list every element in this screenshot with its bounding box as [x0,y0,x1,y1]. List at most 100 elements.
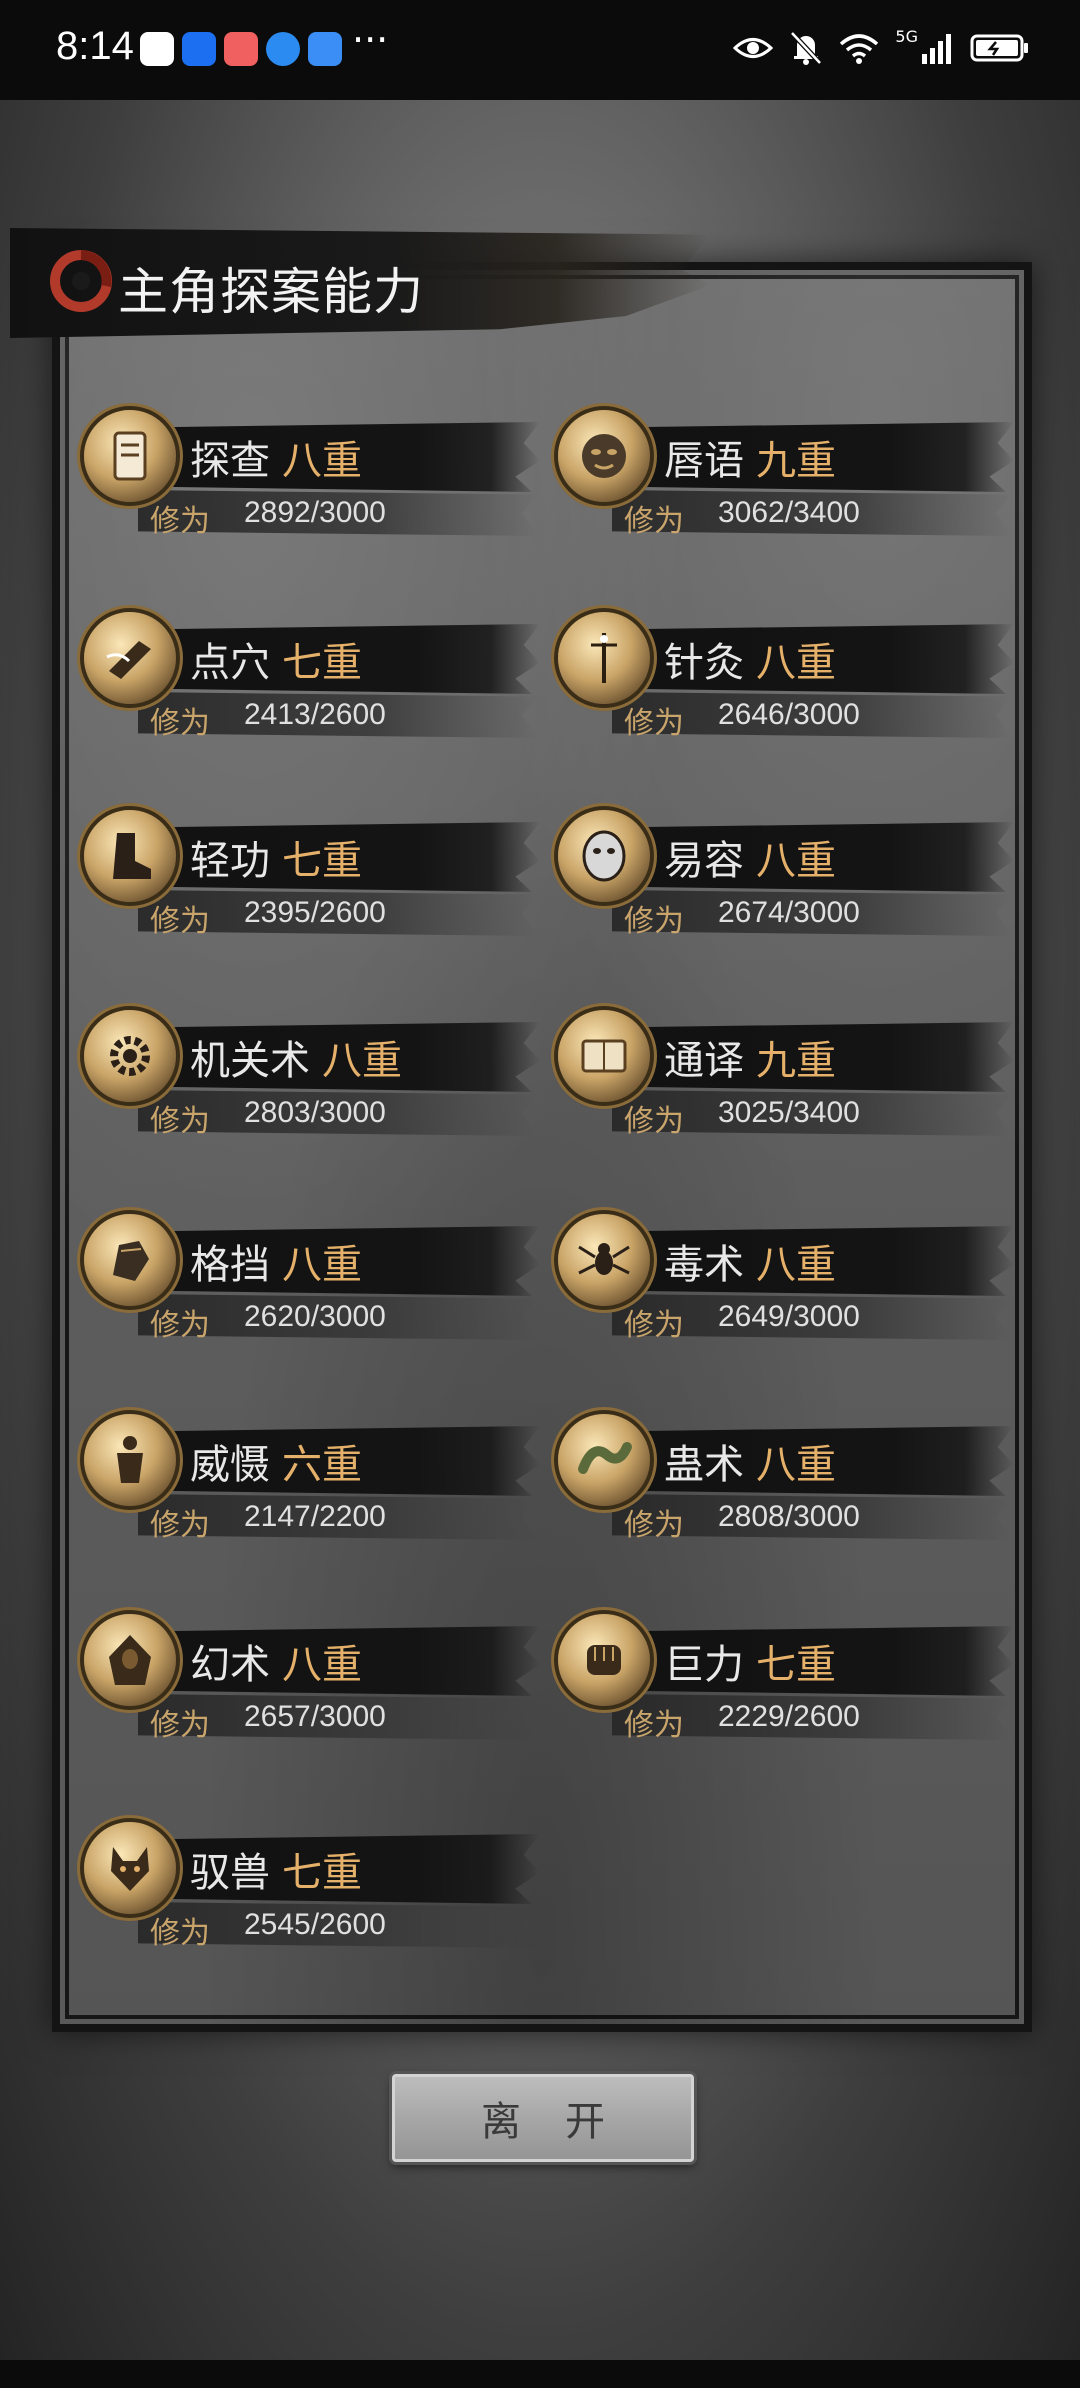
navigation-bar [0,2360,1080,2388]
skill-name: 毒术 八重 [664,1232,836,1290]
skill-level: 八重 [282,438,362,484]
skill-card[interactable]: 蛊术 八重修为 2808/3000 [558,1414,1018,1564]
skill-xp-value: 3025/3400 [718,1096,860,1129]
skill-name: 蛊术 八重 [664,1432,836,1490]
skill-name-text: 机关术 [190,1038,310,1084]
skill-icon-frame [84,1822,176,1914]
skill-xp-value: 2803/3000 [244,1096,386,1129]
skill-name-text: 易容 [664,838,744,884]
browser-app-icon [266,32,300,66]
skill-name: 易容 八重 [664,828,836,886]
skill-name: 巨力 七重 [664,1632,836,1690]
skill-icon-frame [84,1010,176,1102]
signal-icon [922,34,951,64]
skill-xp-value: 3062/3400 [718,496,860,529]
skill-name: 威慑 六重 [190,1432,362,1490]
skill-icon-frame [84,810,176,902]
skill-xp-label: 修为 [150,1916,210,1951]
skill-card[interactable]: 驭兽 七重修为 2545/2600 [84,1822,544,1972]
skill-icon-frame [558,1414,650,1506]
skill-level: 七重 [282,838,362,884]
skill-name: 轻功 七重 [190,828,362,886]
network-type-label: 5G [895,26,918,46]
skill-level: 八重 [282,1642,362,1688]
skill-name: 针灸 八重 [664,630,836,688]
page-title: 主角探案能力 [118,263,424,321]
skill-xp-label: 修为 [150,706,210,741]
skill-xp-value: 2892/3000 [244,496,386,529]
skill-name: 通译 九重 [664,1028,836,1086]
swirl-logo-icon [50,250,112,312]
skill-card[interactable]: 唇语 九重 修为 3062/3400 [558,410,1018,560]
skill-name-text: 通译 [664,1038,744,1084]
strike-hand-icon [106,641,151,679]
skill-level: 七重 [282,1850,362,1896]
mask-face-icon [582,434,626,478]
bell-muted-icon [790,31,823,65]
skill-name: 唇语 九重 [664,428,836,486]
skill-name-text: 唇语 [664,438,744,484]
skill-xp-value: 2657/3000 [244,1700,386,1733]
skill-icon-frame [84,1214,176,1306]
skill-name-text: 蛊术 [664,1442,744,1488]
skill-xp-label: 修为 [150,1104,210,1139]
skill-card[interactable]: 威慑 六重 修为 2147/2200 [84,1414,544,1564]
gear-icon [110,1036,150,1076]
skill-name-text: 毒术 [664,1242,744,1288]
disguise-mask-icon [582,830,626,882]
skill-xp-label: 修为 [150,1308,210,1343]
skill-icon-frame [558,810,650,902]
skill-card[interactable]: 针灸 八重 修为 2646/3000 [558,612,1018,762]
book-scroll-icon [581,1039,627,1073]
skill-level: 八重 [756,838,836,884]
skill-name-text: 针灸 [664,640,744,686]
skill-card[interactable]: 机关术 八重修为 2803/3000 [84,1010,544,1160]
wifi-icon [840,34,879,64]
skill-level: 八重 [322,1038,402,1084]
skill-level: 六重 [282,1442,362,1488]
skill-icon-frame [84,612,176,704]
skill-level: 七重 [282,640,362,686]
skill-card[interactable]: 幻术 八重 修为 2657/3000 [84,1614,544,1764]
skill-card[interactable]: 毒术 八重 修为 2649/3000 [558,1214,1018,1364]
skill-card[interactable]: 格挡 八重 修为 2620/3000 [84,1214,544,1364]
skill-xp-label: 修为 [624,1508,684,1543]
skill-name: 点穴 七重 [190,630,362,688]
skill-level: 八重 [282,1242,362,1288]
cloud-app-icon [308,32,342,66]
fist-icon [587,1645,621,1675]
skill-card[interactable]: 易容 八重修为 2674/3000 [558,810,1018,960]
skill-name-text: 威慑 [190,1442,270,1488]
leave-button[interactable]: 离开 [392,2074,694,2162]
skill-name: 驭兽 七重 [190,1840,362,1898]
skill-xp-value: 2147/2200 [244,1500,386,1533]
skill-xp-value: 2646/3000 [718,698,860,731]
skill-name-text: 巨力 [664,1642,744,1688]
battery-icon [970,34,1028,62]
skill-xp-label: 修为 [150,904,210,939]
skill-icon-frame [84,1614,176,1706]
hooded-figure-icon [109,1635,151,1685]
skill-icon-frame [558,612,650,704]
shopping-app-icon [140,32,174,66]
skill-card[interactable]: 探查 八重 修为 2892/3000 [84,410,544,560]
skill-xp-label: 修为 [624,904,684,939]
skill-name: 探查 八重 [190,428,362,486]
skill-xp-value: 2229/2600 [718,1700,860,1733]
spider-icon [578,1243,630,1275]
scroll-icon [113,431,147,481]
store-app-icon [224,32,258,66]
skill-card[interactable]: 点穴 七重 修为 2413/2600 [84,612,544,762]
skill-card[interactable]: 轻功 七重 修为 2395/2600 [84,810,544,960]
skill-xp-value: 2545/2600 [244,1908,386,1941]
skill-icon-frame [558,1614,650,1706]
skill-name: 幻术 八重 [190,1632,362,1690]
skill-name-text: 轻功 [190,838,270,884]
skill-level: 八重 [756,640,836,686]
skill-xp-value: 2808/3000 [718,1500,860,1533]
skill-card[interactable]: 通译 九重 修为 3025/3400 [558,1010,1018,1160]
skill-xp-value: 2620/3000 [244,1300,386,1333]
more-notifications-icon: ··· [352,18,389,62]
skill-card[interactable]: 巨力 七重 修为 2229/2600 [558,1614,1018,1764]
skill-xp-value: 2674/3000 [718,896,860,929]
